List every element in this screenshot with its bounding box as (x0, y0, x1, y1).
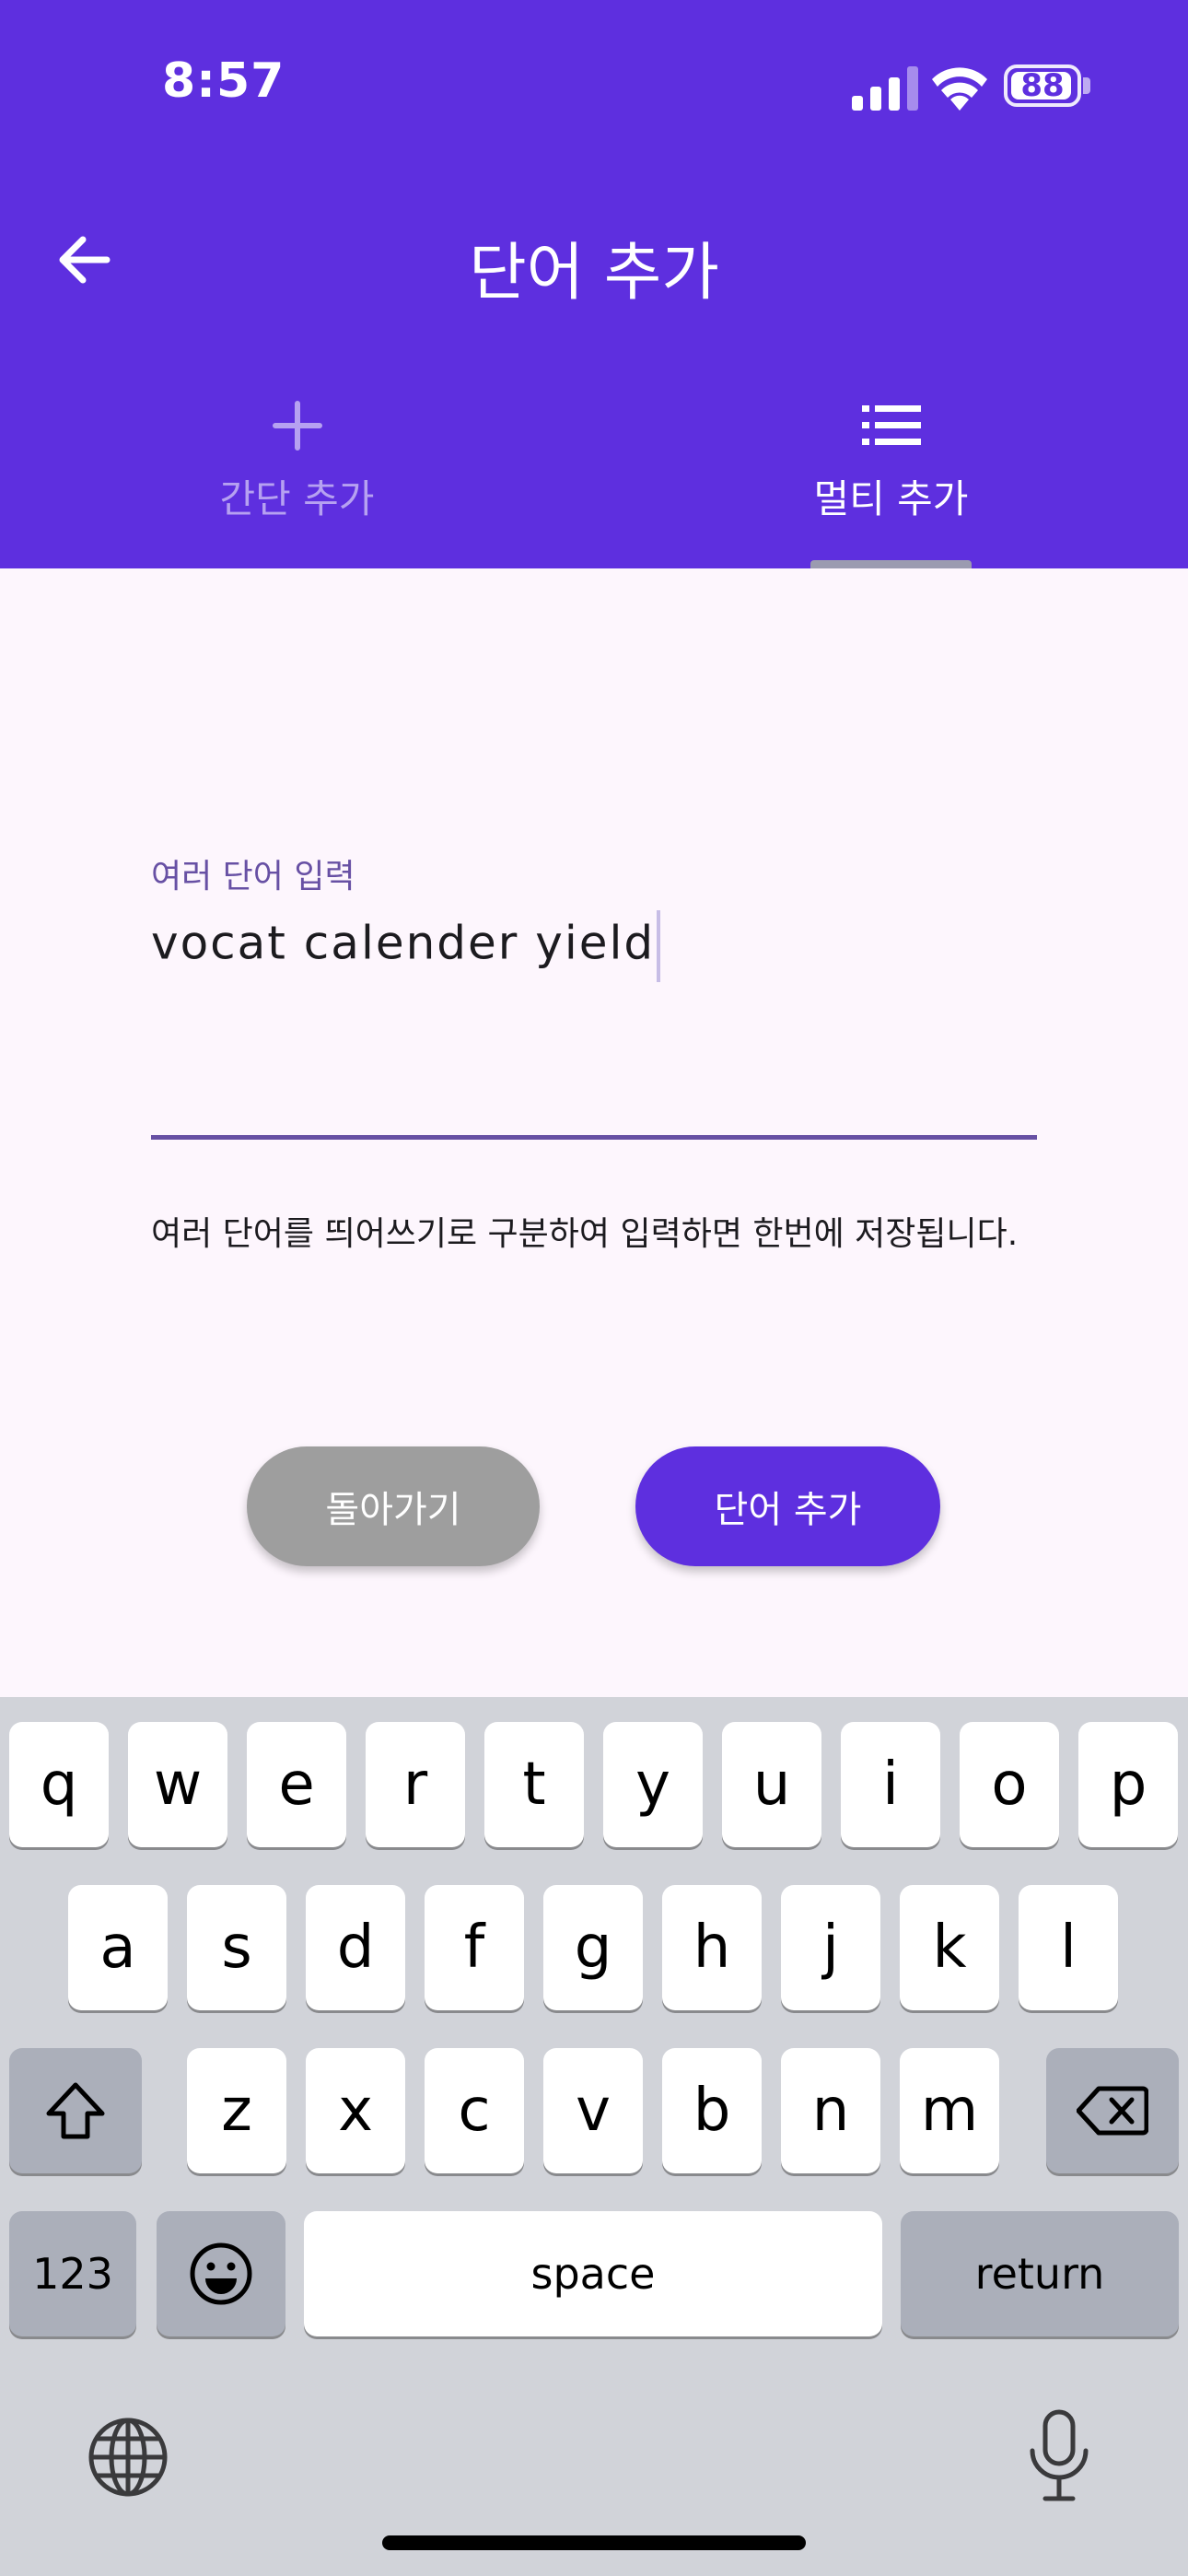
list-icon (861, 405, 921, 445)
tab-label: 멀티 추가 (813, 476, 969, 521)
status-time: 8:57 (162, 53, 285, 109)
key-b[interactable]: b (662, 2048, 762, 2173)
delete-key[interactable] (1046, 2048, 1179, 2173)
key-o[interactable]: o (960, 1722, 1059, 1847)
text-caret (657, 910, 661, 982)
battery-cap (1083, 77, 1090, 94)
plus-icon (272, 401, 322, 451)
keyboard: q w e r t y u i o p a s d f g h j k l z … (0, 1697, 1188, 2576)
tab-simple-add[interactable]: 간단 추가 (0, 387, 594, 562)
shift-icon (46, 2082, 105, 2139)
shift-key[interactable] (9, 2048, 142, 2173)
key-q[interactable]: q (9, 1722, 109, 1847)
key-w[interactable]: w (128, 1722, 227, 1847)
return-key[interactable]: return (901, 2211, 1179, 2336)
space-key[interactable]: space (304, 2211, 882, 2336)
key-v[interactable]: v (543, 2048, 643, 2173)
key-y[interactable]: y (603, 1722, 703, 1847)
helper-text: 여러 단어를 띄어쓰기로 구분하여 입력하면 한번에 저장됩니다. (151, 1215, 1019, 1253)
backspace-icon (1077, 2086, 1148, 2136)
key-x[interactable]: x (306, 2048, 405, 2173)
key-l[interactable]: l (1019, 1885, 1118, 2010)
key-i[interactable]: i (841, 1722, 940, 1847)
key-c[interactable]: c (425, 2048, 524, 2173)
key-f[interactable]: f (425, 1885, 524, 2010)
add-word-button[interactable]: 단어 추가 (635, 1446, 940, 1566)
microphone-icon[interactable] (1027, 2408, 1091, 2504)
battery-indicator: 88 (1004, 64, 1081, 107)
key-z[interactable]: z (187, 2048, 286, 2173)
key-a[interactable]: a (68, 1885, 168, 2010)
tab-multi-add[interactable]: 멀티 추가 (594, 387, 1188, 562)
key-n[interactable]: n (781, 2048, 880, 2173)
emoji-icon (190, 2242, 252, 2305)
key-s[interactable]: s (187, 1885, 286, 2010)
cellular-signal-icon (852, 66, 918, 111)
tab-label: 간단 추가 (219, 476, 375, 521)
key-d[interactable]: d (306, 1885, 405, 2010)
key-u[interactable]: u (722, 1722, 821, 1847)
app-header: 8:57 88 단어 추가 간단 추가 멀티 추가 (0, 0, 1188, 568)
numbers-key[interactable]: 123 (9, 2211, 136, 2336)
key-g[interactable]: g (543, 1885, 643, 2010)
key-m[interactable]: m (900, 2048, 999, 2173)
key-t[interactable]: t (484, 1722, 584, 1847)
key-e[interactable]: e (247, 1722, 346, 1847)
key-j[interactable]: j (781, 1885, 880, 2010)
multi-word-input[interactable]: vocat calender yield (151, 910, 661, 982)
wifi-icon (932, 67, 987, 111)
page-title: 단어 추가 (469, 237, 719, 310)
go-back-button[interactable]: 돌아가기 (247, 1446, 540, 1566)
home-indicator[interactable] (382, 2535, 806, 2550)
active-tab-indicator (810, 560, 972, 568)
key-h[interactable]: h (662, 1885, 762, 2010)
multi-word-input-label: 여러 단어 입력 (151, 858, 355, 896)
globe-icon[interactable] (87, 2416, 169, 2499)
emoji-key[interactable] (157, 2211, 285, 2336)
key-r[interactable]: r (366, 1722, 465, 1847)
battery-level: 88 (1020, 67, 1065, 104)
input-text: vocat calender yield (151, 916, 656, 970)
key-k[interactable]: k (900, 1885, 999, 2010)
key-p[interactable]: p (1078, 1722, 1178, 1847)
input-underline (151, 1135, 1037, 1140)
